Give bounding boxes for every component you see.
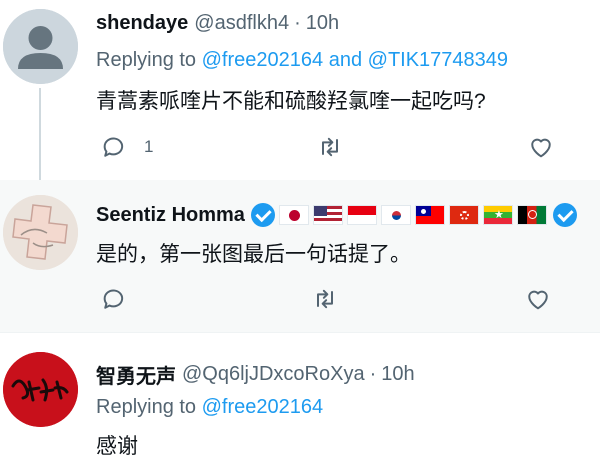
heart-icon xyxy=(528,290,548,310)
separator-dot: · xyxy=(294,12,301,34)
tweet-header: 智勇无声 @Qq6ljJDxcoRoXya · 10h xyxy=(96,360,415,389)
mention-link[interactable]: @free202164 xyxy=(202,49,324,71)
calligraphy-avatar-image xyxy=(3,352,78,427)
indonesia-flag-icon xyxy=(346,205,377,225)
hong-kong-flag-icon xyxy=(448,205,479,225)
tweet-text: 感谢 xyxy=(96,435,138,458)
replying-to-label: Replying to xyxy=(96,49,197,71)
display-name[interactable]: shendaye xyxy=(96,12,188,35)
avatar[interactable] xyxy=(3,195,78,270)
blue-heart-icon xyxy=(552,203,577,227)
taiwan-flag-icon xyxy=(414,205,445,225)
mention-link[interactable]: @free202164 xyxy=(202,396,324,418)
replying-to-line: Replying to @free202164 and @TIK17748349 xyxy=(96,49,508,72)
reply-icon xyxy=(103,289,124,309)
avatar[interactable] xyxy=(3,352,78,427)
display-name[interactable]: 智勇无声 xyxy=(96,360,176,389)
reply-button[interactable]: 1 xyxy=(100,133,153,161)
retweet-button[interactable] xyxy=(316,133,344,161)
like-button[interactable] xyxy=(527,133,555,161)
default-avatar-icon xyxy=(3,9,78,84)
tweet-text: 是的，第一张图最后一句话提了。 xyxy=(96,243,411,266)
separator-dot: · xyxy=(369,363,377,385)
user-handle[interactable]: @Qq6ljJDxcoRoXya xyxy=(182,363,365,386)
usa-flag-icon xyxy=(312,205,343,225)
tweet-text: 青蒿素哌喹片不能和硫酸羟氯喹一起吃吗? xyxy=(96,90,486,113)
afghanistan-flag-icon xyxy=(516,205,547,225)
replying-to-line: Replying to @free202164 xyxy=(96,396,323,419)
timestamp[interactable]: 10h xyxy=(381,363,414,386)
retweet-icon xyxy=(322,137,338,157)
thread-connector-line xyxy=(39,88,41,192)
reply-button[interactable] xyxy=(100,285,128,313)
blue-heart-icon xyxy=(250,203,275,227)
mention-link[interactable]: @TIK17748349 xyxy=(368,49,508,71)
tweet-header: shendaye @asdflkh4 · 10h xyxy=(96,12,339,35)
japan-flag-icon xyxy=(278,205,309,225)
retweet-button[interactable] xyxy=(311,285,339,313)
reply-icon xyxy=(103,137,124,157)
display-name[interactable]: Seentiz Homma xyxy=(96,204,245,227)
mention-join: and xyxy=(328,49,363,71)
sketch-avatar-image xyxy=(3,195,78,270)
user-handle[interactable]: @asdflkh4 xyxy=(194,12,289,35)
retweet-icon xyxy=(317,289,333,309)
reply-count: 1 xyxy=(144,137,154,156)
myanmar-flag-icon: ★ xyxy=(482,205,513,225)
replying-to-label: Replying to xyxy=(96,396,197,418)
timestamp[interactable]: 10h xyxy=(306,12,339,35)
tweet-header: Seentiz Homma ★ xyxy=(96,203,577,227)
south-korea-flag-icon xyxy=(380,205,411,225)
avatar[interactable] xyxy=(3,9,78,84)
heart-icon xyxy=(531,138,551,158)
like-button[interactable] xyxy=(524,285,552,313)
